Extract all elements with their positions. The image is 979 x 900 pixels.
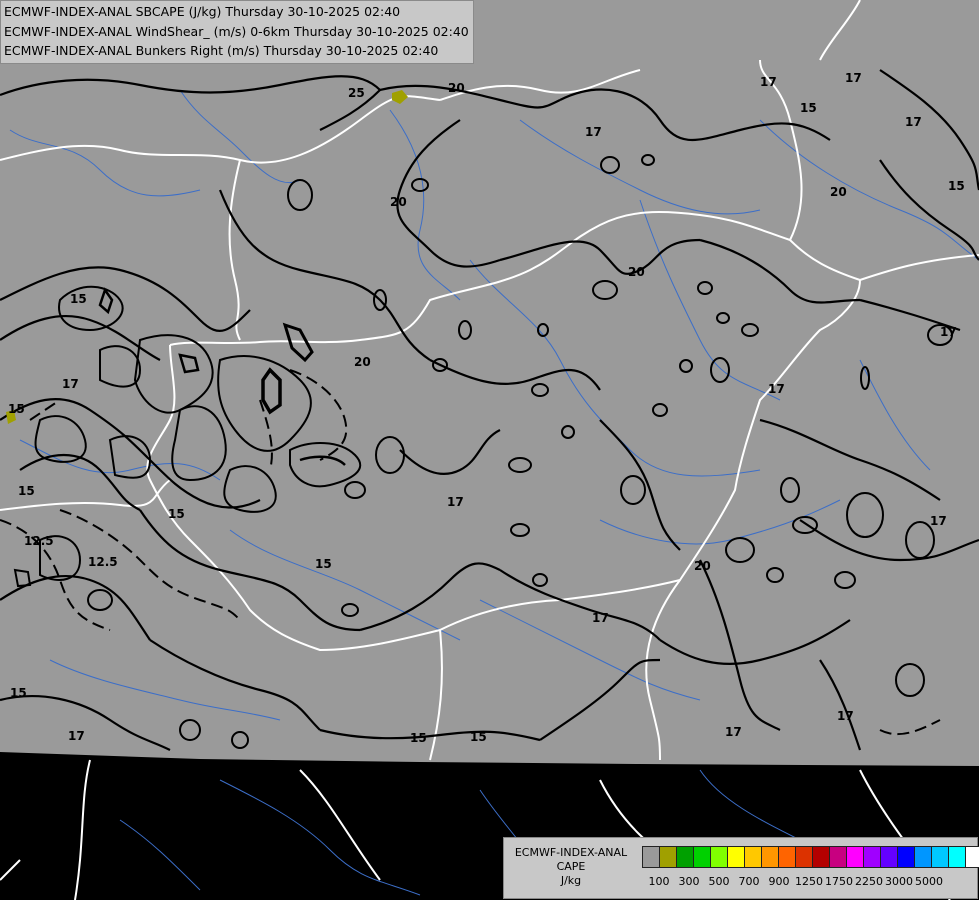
legend-swatch — [744, 846, 762, 868]
legend-unit: J/kg — [560, 874, 582, 887]
contour-label: 20 — [830, 185, 847, 199]
legend-tick-label: 100 — [648, 875, 670, 888]
legend-swatch — [914, 846, 932, 868]
legend-swatch — [931, 846, 949, 868]
contour-label: 15 — [470, 730, 487, 744]
contour-label: 20 — [628, 265, 645, 279]
contour-label: 17 — [905, 115, 922, 129]
legend-tick-label: 2250 — [855, 875, 883, 888]
contour-label: 15 — [168, 507, 185, 521]
contour-label: 17 — [940, 325, 957, 339]
legend-swatch — [710, 846, 728, 868]
contour-label: 17 — [62, 377, 79, 391]
legend-swatch — [897, 846, 915, 868]
contour-label: 15 — [8, 402, 25, 416]
legend-color-scale — [642, 846, 979, 868]
contour-label: 12.5 — [88, 555, 118, 569]
contour-label: 17 — [725, 725, 742, 739]
legend-swatch — [965, 846, 979, 868]
legend-tick-label: 1750 — [825, 875, 853, 888]
contour-label: 15 — [10, 686, 27, 700]
legend-swatch — [795, 846, 813, 868]
legend-ticks: 100 300 500 700 900 1250 1750 2250 3000 5000 — [642, 875, 972, 891]
contour-label: 20 — [694, 559, 711, 573]
contour-label: 15 — [70, 292, 87, 306]
contour-label: 15 — [800, 101, 817, 115]
legend-tick-label: 5000 — [915, 875, 943, 888]
legend-swatch — [880, 846, 898, 868]
legend-tick-label: 3000 — [885, 875, 913, 888]
weather-map: 25 20 17 17 15 17 20 20 17 15 17 15 17 2… — [0, 0, 979, 900]
legend-swatch — [761, 846, 779, 868]
legend-tick-label: 500 — [708, 875, 730, 888]
legend-tick-label: 900 — [768, 875, 790, 888]
contour-label: 15 — [18, 484, 35, 498]
legend-source: ECMWF-INDEX-ANAL — [514, 846, 628, 859]
title-bunkers: ECMWF-INDEX-ANAL Bunkers Right (m/s) Thu… — [4, 43, 439, 58]
title-sbcape: ECMWF-INDEX-ANAL SBCAPE (J/kg) Thursday … — [4, 4, 401, 19]
legend-swatch — [863, 846, 881, 868]
contour-label: 20 — [390, 195, 407, 209]
contour-label: 15 — [410, 731, 427, 745]
contour-label: 17 — [930, 514, 947, 528]
contour-label: 17 — [447, 495, 464, 509]
contour-label: 20 — [448, 81, 465, 95]
contour-label: 17 — [760, 75, 777, 89]
title-windshear: ECMWF-INDEX-ANAL WindShear_ (m/s) 0-6km … — [4, 23, 469, 39]
legend-swatch — [829, 846, 847, 868]
legend-title: ECMWF-INDEX-ANAL CAPE J/kg — [506, 846, 636, 888]
contour-label: 17 — [845, 71, 862, 85]
contour-label: 17 — [837, 709, 854, 723]
legend-swatch — [846, 846, 864, 868]
legend-variable: CAPE — [556, 860, 586, 873]
legend-tick-label: 700 — [738, 875, 760, 888]
contour-label: 17 — [592, 611, 609, 625]
contour-label: 17 — [768, 382, 785, 396]
contour-label: 25 — [348, 86, 365, 100]
cape-legend: ECMWF-INDEX-ANAL CAPE J/kg 100 300 500 700 9… — [503, 837, 979, 899]
contour-label: 15 — [315, 557, 332, 571]
contour-label: 17 — [585, 125, 602, 139]
legend-swatch — [948, 846, 966, 868]
contour-label: 17 — [68, 729, 85, 743]
legend-swatch — [812, 846, 830, 868]
contour-label: 15 — [948, 179, 965, 193]
legend-swatch — [642, 846, 660, 868]
legend-swatch — [659, 846, 677, 868]
legend-tick-label: 300 — [678, 875, 700, 888]
contour-label: 20 — [354, 355, 371, 369]
legend-swatch — [778, 846, 796, 868]
contour-label: 12.5 — [24, 534, 54, 548]
legend-tick-label: 1250 — [795, 875, 823, 888]
map-title-box: ECMWF-INDEX-ANAL SBCAPE (J/kg) Thursday … — [0, 0, 474, 64]
legend-swatch — [727, 846, 745, 868]
legend-swatch — [693, 846, 711, 868]
legend-swatch — [676, 846, 694, 868]
